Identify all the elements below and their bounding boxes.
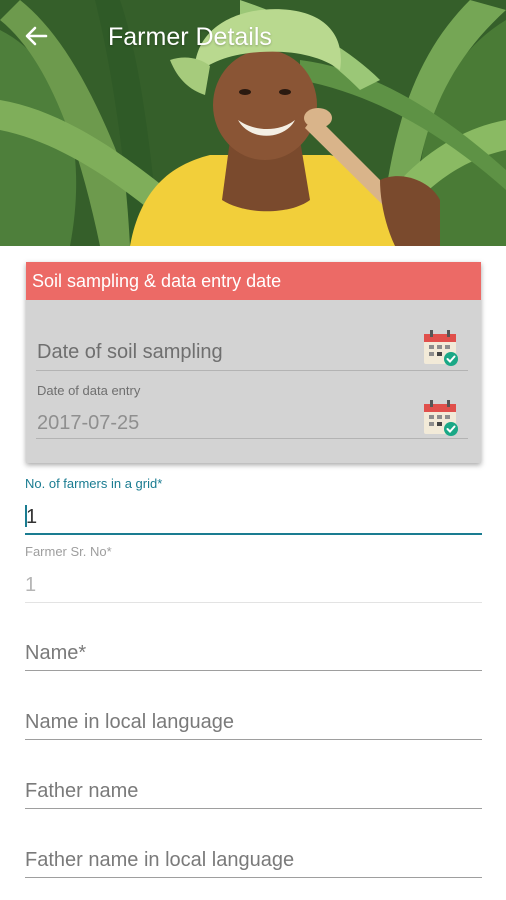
- father-name-input[interactable]: Father name: [25, 780, 138, 803]
- arrow-left-icon: [25, 26, 48, 46]
- data-entry-label: Date of data entry: [37, 383, 141, 398]
- name-underline: [25, 670, 482, 671]
- farmer-sr-no-underline: [25, 602, 482, 603]
- calendar-check-icon[interactable]: [422, 398, 460, 436]
- name-input[interactable]: Name*: [25, 642, 86, 665]
- father-name-local-input[interactable]: Father name in local language: [25, 849, 294, 872]
- farmer-sr-no-input: 1: [25, 574, 37, 596]
- father-name-underline: [25, 808, 482, 809]
- app-bar: Farmer Details: [0, 0, 506, 72]
- back-button[interactable]: [20, 20, 52, 52]
- farmer-sr-no-label: Farmer Sr. No*: [25, 544, 112, 559]
- farmers-in-grid-underline: [25, 533, 482, 535]
- name-local-underline: [25, 739, 482, 740]
- calendar-check-icon[interactable]: [422, 328, 460, 366]
- data-entry-underline: [36, 438, 468, 439]
- name-local-input[interactable]: Name in local language: [25, 711, 234, 734]
- farmers-in-grid-input[interactable]: 1: [26, 506, 37, 529]
- soil-sampling-underline: [36, 370, 468, 371]
- father-name-local-underline: [25, 877, 482, 878]
- data-entry-date-field[interactable]: 2017-07-25: [37, 412, 139, 435]
- card-header: Soil sampling & data entry date: [26, 262, 481, 300]
- page-title: Farmer Details: [108, 23, 272, 51]
- soil-sampling-date-field[interactable]: Date of soil sampling: [37, 341, 223, 364]
- farmers-in-grid-label: No. of farmers in a grid*: [25, 476, 163, 491]
- sampling-date-card: Soil sampling & data entry date Date of …: [26, 262, 481, 463]
